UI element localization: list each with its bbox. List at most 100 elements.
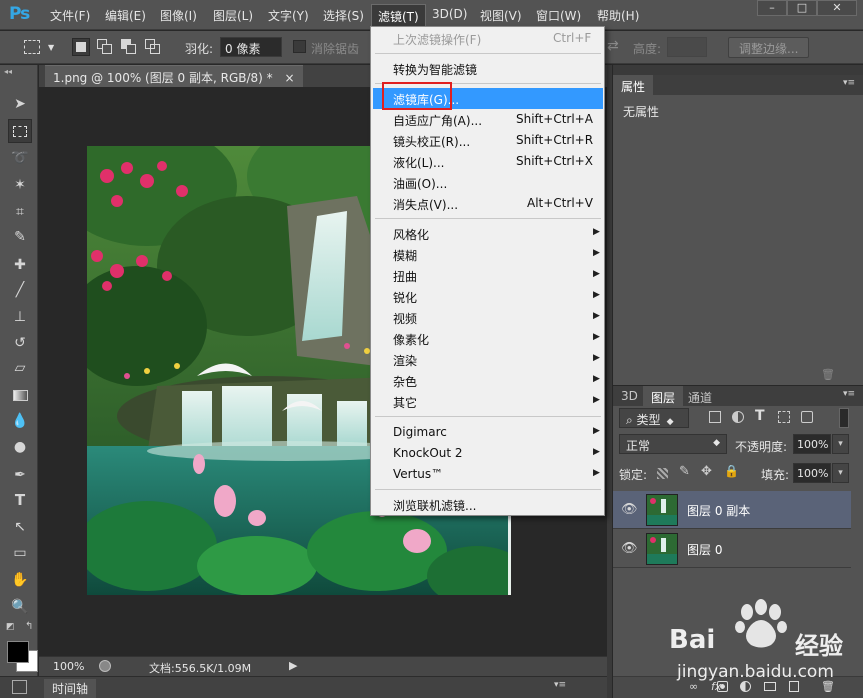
maximize-icon[interactable]: □ (787, 0, 817, 16)
filter-pixel-layers-icon[interactable] (709, 411, 721, 423)
status-menu-arrow-icon[interactable]: ▶ (289, 659, 297, 672)
close-tab-icon[interactable]: × (285, 71, 295, 85)
zoom-level[interactable]: 100% (53, 660, 84, 673)
type-tool-icon[interactable]: T (8, 488, 32, 512)
timeline-icon[interactable] (12, 680, 27, 694)
new-selection-icon[interactable] (72, 38, 90, 56)
timeline-tab[interactable]: 时间轴 (44, 679, 97, 698)
menu-item-vanishing-point[interactable]: 消失点(V)... Alt+Ctrl+V (373, 193, 603, 214)
timeline-menu-icon[interactable]: ▾≡ (554, 680, 566, 690)
menu-item-blur[interactable]: 模糊 ▶ (373, 244, 603, 265)
fill-dropdown-icon[interactable]: ▾ (832, 463, 849, 483)
filter-shape-layers-icon[interactable] (778, 411, 790, 423)
menu-window[interactable]: 窗口(W) (536, 7, 581, 24)
filter-type-layers-icon[interactable]: T (755, 408, 765, 424)
menu-item-video[interactable]: 视频 ▶ (373, 307, 603, 328)
rectangular-marquee-tool-icon[interactable] (8, 119, 32, 143)
menu-layer[interactable]: 图层(L) (213, 7, 253, 24)
magic-wand-tool-icon[interactable]: ✶ (8, 173, 32, 197)
subtract-selection-icon[interactable] (120, 38, 138, 56)
visibility-eye-icon[interactable]: 👁 (621, 541, 638, 556)
menu-item-render[interactable]: 渲染 ▶ (373, 349, 603, 370)
intersect-selection-icon[interactable] (144, 38, 162, 56)
menu-view[interactable]: 视图(V) (480, 7, 522, 24)
menu-edit[interactable]: 编辑(E) (105, 7, 146, 24)
pen-tool-icon[interactable]: ✒ (8, 463, 32, 487)
blur-tool-icon[interactable]: 💧 (8, 409, 32, 433)
add-to-selection-icon[interactable] (96, 38, 114, 56)
default-colors-icon[interactable]: ◩ (6, 622, 15, 632)
brush-tool-icon[interactable]: ╱ (8, 278, 32, 302)
preset-dropdown-icon[interactable]: ▼ (48, 43, 54, 52)
feather-input[interactable]: 0 像素 (220, 37, 282, 57)
menu-file[interactable]: 文件(F) (50, 7, 90, 24)
menu-item-stylize[interactable]: 风格化 ▶ (373, 223, 603, 244)
menu-item-sharpen[interactable]: 锐化 ▶ (373, 286, 603, 307)
layer-row-copy[interactable]: 👁 图层 0 副本 (613, 491, 851, 529)
menu-item-distort[interactable]: 扭曲 ▶ (373, 265, 603, 286)
document-tab[interactable]: 1.png @ 100% (图层 0 副本, RGB/8) * × (45, 65, 303, 87)
menu-item-browse-filters-online[interactable]: 浏览联机滤镜... (373, 494, 603, 515)
menu-item-noise[interactable]: 杂色 ▶ (373, 370, 603, 391)
menu-item-vertus[interactable]: Vertus™ ▶ (373, 464, 603, 485)
marquee-preset-icon[interactable] (24, 40, 40, 54)
menu-item-adaptive-wide-angle[interactable]: 自适应广角(A)... Shift+Ctrl+A (373, 109, 603, 130)
tab-3d[interactable]: 3D (613, 386, 646, 406)
dock-divider[interactable] (607, 65, 612, 698)
opacity-dropdown-icon[interactable]: ▾ (832, 434, 849, 454)
dodge-tool-icon[interactable]: ● (8, 435, 32, 459)
lock-transparency-icon[interactable] (657, 468, 668, 479)
path-selection-tool-icon[interactable]: ↖ (8, 515, 32, 539)
properties-menu-icon[interactable]: ▾≡ (843, 78, 855, 88)
eyedropper-tool-icon[interactable]: ✎ (8, 225, 32, 249)
layers-menu-icon[interactable]: ▾≡ (843, 389, 855, 399)
history-brush-tool-icon[interactable]: ↺ (8, 331, 32, 355)
crop-tool-icon[interactable]: ⌗ (8, 200, 32, 224)
filter-toggle-switch[interactable] (839, 408, 849, 428)
eraser-tool-icon[interactable]: ▱ (8, 356, 32, 380)
tab-channels[interactable]: 通道 (680, 386, 720, 406)
blend-mode-dropdown[interactable]: 正常 ◆ (619, 434, 727, 454)
healing-brush-tool-icon[interactable]: ✚ (8, 253, 32, 277)
menu-item-lens-correction[interactable]: 镜头校正(R)... Shift+Ctrl+R (373, 130, 603, 151)
tab-properties[interactable]: 属性 (613, 75, 654, 95)
menu-item-pixelate[interactable]: 像素化 ▶ (373, 328, 603, 349)
lock-image-icon[interactable]: ✎ (679, 464, 690, 479)
swap-colors-icon[interactable]: ↰ (25, 621, 33, 632)
menu-item-knockout[interactable]: KnockOut 2 ▶ (373, 443, 603, 464)
collapse-toolbar-icon[interactable]: ◂◂ (4, 67, 12, 76)
minimize-icon[interactable]: – (757, 0, 787, 16)
opacity-input[interactable]: 100% (793, 434, 831, 454)
menu-image[interactable]: 图像(I) (160, 7, 197, 24)
menu-help[interactable]: 帮助(H) (597, 7, 639, 24)
height-input[interactable] (667, 37, 707, 57)
layer-name[interactable]: 图层 0 副本 (687, 502, 750, 519)
layer-row-base[interactable]: 👁 图层 0 (613, 530, 851, 568)
hand-tool-icon[interactable]: ✋ (8, 568, 32, 592)
menu-type[interactable]: 文字(Y) (268, 7, 309, 24)
close-window-icon[interactable]: ✕ (817, 0, 857, 16)
menu-item-digimarc[interactable]: Digimarc ▶ (373, 422, 603, 443)
menu-item-other[interactable]: 其它 ▶ (373, 391, 603, 412)
foreground-color-swatch[interactable] (7, 641, 29, 663)
gradient-tool-icon[interactable] (8, 383, 32, 407)
lasso-tool-icon[interactable]: ➰ (8, 146, 32, 170)
rectangle-tool-icon[interactable]: ▭ (8, 541, 32, 565)
antialias-checkbox[interactable] (293, 40, 306, 53)
zoom-tool-icon[interactable]: 🔍 (8, 595, 32, 619)
refine-edge-button[interactable]: 调整边缘... (728, 37, 810, 58)
doc-info-icon[interactable] (99, 660, 111, 672)
menu-select[interactable]: 选择(S) (323, 7, 364, 24)
layer-filter-dropdown[interactable]: ⌕ 类型 ◆ (619, 408, 689, 428)
lock-all-icon[interactable]: 🔒 (724, 464, 739, 478)
properties-trash-icon[interactable]: 🗑 (821, 368, 835, 381)
menu-item-convert-smart-filters[interactable]: 转换为智能滤镜 (373, 58, 603, 79)
clone-stamp-tool-icon[interactable]: ⊥ (8, 305, 32, 329)
fill-input[interactable]: 100% (793, 463, 831, 483)
move-tool-icon[interactable]: ➤ (8, 92, 32, 116)
menu-item-liquify[interactable]: 液化(L)... Shift+Ctrl+X (373, 151, 603, 172)
visibility-eye-icon[interactable]: 👁 (621, 502, 638, 517)
filter-adjustment-layers-icon[interactable] (732, 411, 744, 423)
menu-3d[interactable]: 3D(D) (432, 7, 467, 21)
filter-smart-objects-icon[interactable] (801, 411, 813, 423)
